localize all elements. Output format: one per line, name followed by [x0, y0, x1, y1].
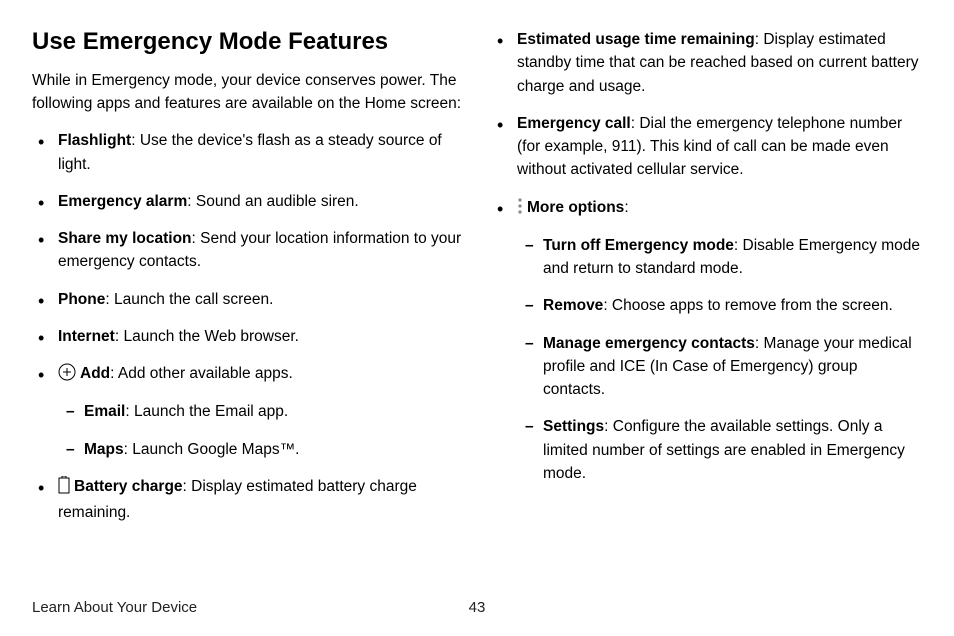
feature-list-right: Estimated usage time remaining: Display …	[491, 28, 922, 485]
label: Share my location	[58, 230, 192, 247]
item-settings: Settings: Configure the available settin…	[525, 415, 922, 485]
item-maps: Maps: Launch Google Maps™.	[66, 438, 463, 461]
label: Manage emergency contacts	[543, 335, 755, 352]
label: Turn off Emergency mode	[543, 237, 734, 254]
breadcrumb: Learn About Your Device	[32, 599, 197, 616]
label: Estimated usage time remaining	[517, 31, 755, 48]
label: Flashlight	[58, 132, 131, 149]
desc: : Launch the call screen.	[105, 291, 273, 308]
page-number: 43	[197, 599, 757, 616]
feature-list-left: Flashlight: Use the device's flash as a …	[32, 129, 463, 524]
item-internet: Internet: Launch the Web browser.	[38, 325, 463, 348]
label: Emergency alarm	[58, 193, 187, 210]
label: Maps	[84, 441, 124, 458]
item-estimated: Estimated usage time remaining: Display …	[497, 28, 922, 98]
label: Battery charge	[74, 478, 183, 495]
desc: : Sound an audible siren.	[187, 193, 358, 210]
desc: :	[624, 199, 628, 216]
item-flashlight: Flashlight: Use the device's flash as a …	[38, 129, 463, 176]
left-column: Use Emergency Mode Features While in Eme…	[32, 28, 463, 587]
item-more: More options: Turn off Emergency mode: D…	[497, 196, 922, 486]
desc: : Add other available apps.	[110, 365, 293, 382]
label: Internet	[58, 328, 115, 345]
desc: : Choose apps to remove from the screen.	[603, 297, 892, 314]
item-email: Email: Launch the Email app.	[66, 400, 463, 423]
label: Add	[80, 365, 110, 382]
item-phone: Phone: Launch the call screen.	[38, 288, 463, 311]
right-column: Estimated usage time remaining: Display …	[491, 28, 922, 587]
item-add: Add: Add other available apps. Email: La…	[38, 362, 463, 461]
label: Emergency call	[517, 115, 631, 132]
desc: : Launch the Email app.	[125, 403, 288, 420]
label: Email	[84, 403, 125, 420]
page-footer: Learn About Your Device 43 Learn About Y…	[32, 587, 922, 616]
page-title: Use Emergency Mode Features	[32, 28, 463, 57]
more-sublist: Turn off Emergency mode: Disable Emergen…	[517, 234, 922, 485]
battery-icon	[58, 476, 70, 501]
desc: : Launch the Web browser.	[115, 328, 299, 345]
label: Phone	[58, 291, 105, 308]
add-sublist: Email: Launch the Email app. Maps: Launc…	[58, 400, 463, 461]
item-manage: Manage emergency contacts: Manage your m…	[525, 332, 922, 402]
label: Settings	[543, 418, 604, 435]
item-turnoff: Turn off Emergency mode: Disable Emergen…	[525, 234, 922, 281]
desc: : Launch Google Maps™.	[124, 441, 300, 458]
label: Remove	[543, 297, 603, 314]
item-share: Share my location: Send your location in…	[38, 227, 463, 274]
intro-text: While in Emergency mode, your device con…	[32, 69, 463, 116]
plus-circle-icon	[58, 363, 76, 388]
more-options-icon	[517, 197, 523, 222]
item-alarm: Emergency alarm: Sound an audible siren.	[38, 190, 463, 213]
item-remove: Remove: Choose apps to remove from the s…	[525, 294, 922, 317]
item-battery: Battery charge: Display estimated batter…	[38, 475, 463, 525]
label: More options	[527, 199, 624, 216]
item-call: Emergency call: Dial the emergency telep…	[497, 112, 922, 182]
